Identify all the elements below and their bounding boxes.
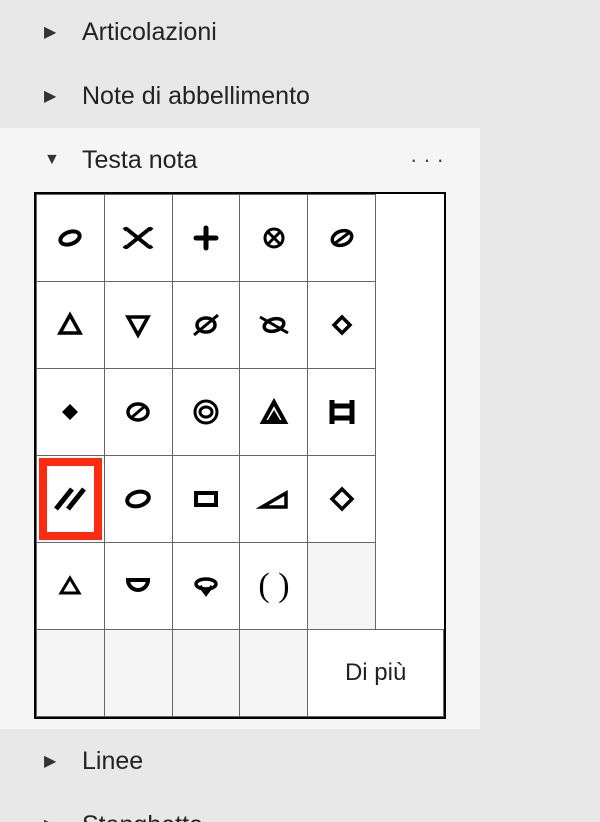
more-noteheads-button[interactable]: Di più	[308, 630, 444, 717]
notehead-circle-slash[interactable]	[308, 195, 376, 282]
notehead-half-circled-icon	[105, 392, 172, 432]
notehead-triangle-up-fill[interactable]	[240, 369, 308, 456]
notehead-half-circled[interactable]	[104, 369, 172, 456]
palette-empty	[308, 543, 376, 630]
notehead-normal-icon	[37, 218, 104, 258]
notehead-plus-icon	[173, 218, 240, 258]
notehead-triangle-open[interactable]	[37, 543, 105, 630]
notehead-triangle-down-icon	[105, 305, 172, 345]
notehead-wedge[interactable]	[172, 543, 240, 630]
section-articulations[interactable]: ▶ Articolazioni	[0, 0, 480, 64]
noteheads-palette: ( ) Di più	[34, 192, 446, 719]
chevron-right-icon: ▶	[44, 815, 68, 822]
section-grace-notes[interactable]: ▶ Note di abbellimento	[0, 64, 480, 128]
notehead-circle-slash-icon	[308, 218, 375, 258]
notehead-slashed-o[interactable]	[172, 282, 240, 369]
notehead-diamond-white[interactable]	[308, 456, 376, 543]
more-label: Di più	[345, 659, 406, 686]
section-noteheads[interactable]: ▼ Testa nota ···	[0, 128, 480, 192]
chevron-right-icon: ▶	[44, 22, 68, 42]
section-label: Note di abbellimento	[82, 82, 310, 111]
notehead-oval[interactable]	[104, 456, 172, 543]
notehead-slashed-o-back-icon	[240, 305, 307, 345]
notehead-double-slash[interactable]	[37, 456, 105, 543]
section-label: Linee	[82, 747, 143, 776]
notehead-parens[interactable]: ( )	[240, 543, 308, 630]
notehead-oval-icon	[105, 479, 172, 519]
notehead-half-moon[interactable]	[104, 543, 172, 630]
notehead-square-icon	[173, 479, 240, 519]
notehead-rectangle-h[interactable]	[308, 369, 376, 456]
palette-empty	[37, 630, 105, 717]
notehead-diamond-small[interactable]	[308, 282, 376, 369]
section-label: Testa nota	[82, 146, 197, 175]
notehead-whole-circled[interactable]	[172, 369, 240, 456]
notehead-rectangle-h-icon	[308, 392, 375, 432]
notehead-normal[interactable]	[37, 195, 105, 282]
notehead-square[interactable]	[172, 456, 240, 543]
palette-empty	[104, 630, 172, 717]
chevron-right-icon: ▶	[44, 86, 68, 106]
section-lines[interactable]: ▶ Linee	[0, 729, 480, 793]
notehead-cross[interactable]	[104, 195, 172, 282]
chevron-down-icon: ▼	[44, 151, 68, 169]
notehead-triangle-open-icon	[37, 566, 104, 606]
svg-text:( ): ( )	[258, 567, 289, 604]
notehead-triangle-down[interactable]	[104, 282, 172, 369]
section-label: Articolazioni	[82, 18, 217, 47]
notehead-diamond-black-icon	[37, 392, 104, 432]
notehead-wedge-icon	[173, 566, 240, 606]
notehead-double-slash-icon	[37, 479, 104, 519]
notehead-diamond-white-icon	[308, 479, 375, 519]
palette-empty	[172, 630, 240, 717]
section-label: Stanghette	[82, 811, 203, 822]
notehead-triangle-right-icon	[240, 479, 307, 519]
notehead-whole-circled-icon	[173, 392, 240, 432]
notehead-diamond-small-icon	[308, 305, 375, 345]
notehead-plus[interactable]	[172, 195, 240, 282]
notehead-parens-icon: ( )	[240, 566, 307, 606]
notehead-triangle-right[interactable]	[240, 456, 308, 543]
notehead-triangle-up-fill-icon	[240, 392, 307, 432]
notehead-circle-x-icon	[240, 218, 307, 258]
notehead-triangle-up-icon	[37, 305, 104, 345]
chevron-right-icon: ▶	[44, 751, 68, 771]
section-barlines[interactable]: ▶ Stanghette	[0, 793, 480, 822]
palette-empty	[240, 630, 308, 717]
notehead-circle-x[interactable]	[240, 195, 308, 282]
notehead-half-moon-icon	[105, 566, 172, 606]
notehead-slashed-o-back[interactable]	[240, 282, 308, 369]
more-options-icon[interactable]: ···	[410, 147, 450, 173]
notehead-diamond-black[interactable]	[37, 369, 105, 456]
notehead-slashed-o-icon	[173, 305, 240, 345]
notehead-triangle-up[interactable]	[37, 282, 105, 369]
notehead-cross-icon	[105, 218, 172, 258]
